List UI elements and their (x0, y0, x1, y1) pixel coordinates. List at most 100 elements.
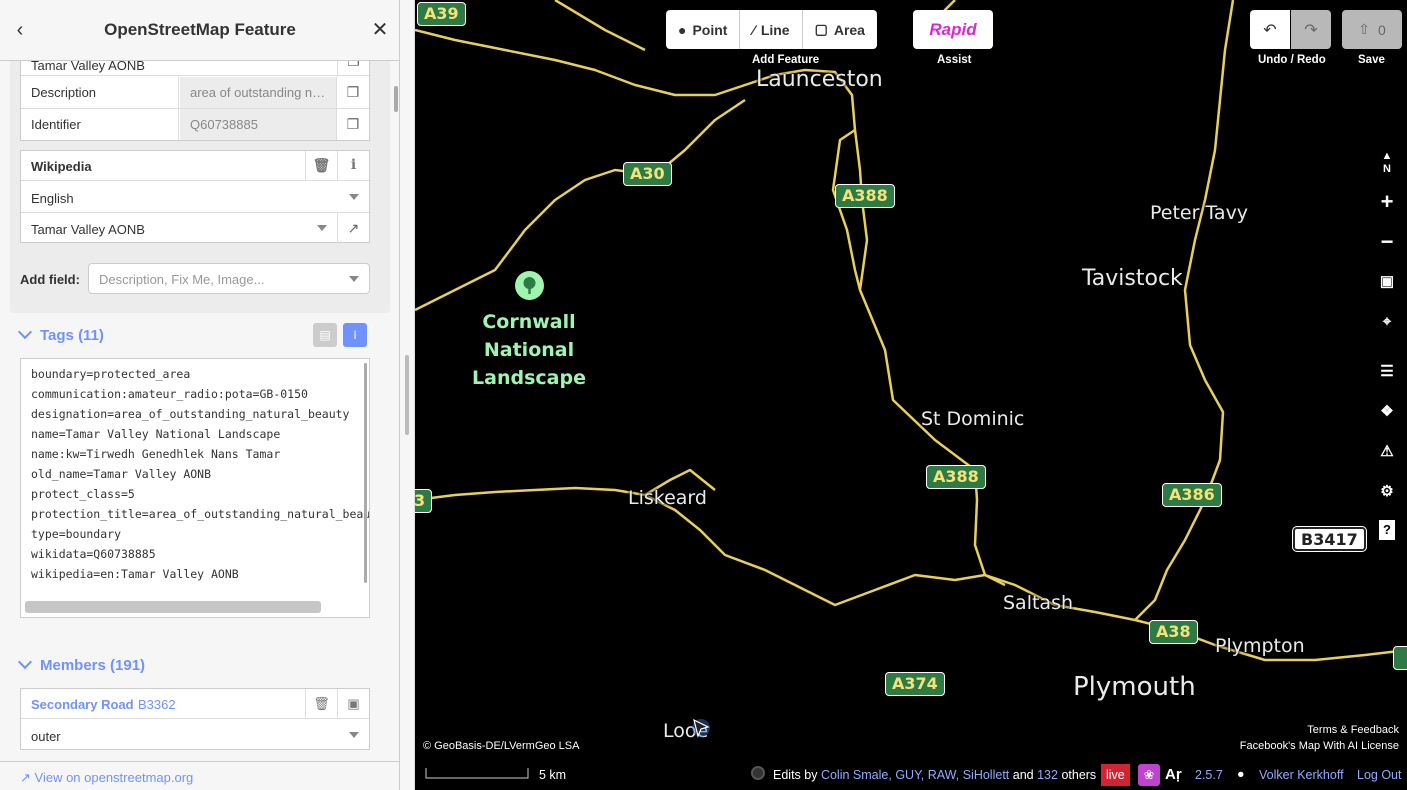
contributors-line: Edits by Colin Smale, GUY, RAW, SiHollet… (773, 768, 1096, 782)
user-link[interactable]: Volker Kerkhoff (1259, 768, 1344, 782)
zoom-out-icon[interactable]: − (1375, 230, 1399, 254)
tag-line: name=Tamar Valley National Landscape (31, 427, 281, 441)
terms-link[interactable]: Terms & Feedback (1307, 724, 1399, 736)
undo-icon: ↶ (1263, 21, 1277, 39)
chevron-down-icon (317, 225, 327, 231)
tags-section-toggle[interactable]: Tags (11) (17, 324, 104, 344)
member-label-row[interactable]: Secondary Road B3362 🗑 ▣ (21, 689, 369, 719)
tag-text-editor[interactable]: boundary=protected_area communication:am… (20, 358, 370, 618)
add-line-button[interactable]: ∕ Line (740, 10, 803, 49)
member-type[interactable]: Secondary Road (31, 697, 134, 712)
add-field-label: Add field: (20, 272, 80, 287)
undo-button[interactable]: ↶ (1250, 10, 1290, 49)
tag-line: protection_title=area_of_outstanding_nat… (31, 507, 370, 521)
point-label: Point (692, 21, 728, 38)
info-icon[interactable]: i (337, 151, 369, 180)
identifier-key: Identifier (21, 109, 179, 140)
member-role-combo[interactable]: outer (21, 720, 369, 751)
logout-link[interactable]: Log Out (1357, 768, 1401, 782)
rapid-logo: Rapid (929, 19, 977, 39)
preferences-icon[interactable]: ⚙ (1375, 480, 1399, 504)
save-button[interactable]: ⇧ 0 (1342, 10, 1402, 49)
road-shield[interactable]: 3 (415, 489, 433, 513)
resize-grip[interactable] (405, 355, 409, 435)
copy-icon[interactable]: ❐ (337, 77, 369, 108)
license-link[interactable]: Facebook's Map With AI License (1240, 740, 1399, 752)
vertical-scrollbar[interactable] (364, 363, 367, 583)
chevron-down-icon (17, 324, 33, 340)
live-badge[interactable]: live (1101, 764, 1130, 786)
tag-line: name:kw=Tirwedh Genedhlek Nans Tamar (31, 447, 281, 461)
redo-icon: ↷ (1304, 21, 1318, 39)
cursor-icon (692, 718, 710, 738)
members-section-toggle[interactable]: Members (191) (17, 654, 145, 674)
sidebar-footer: ↗ View on openstreetmap.org (0, 761, 399, 790)
trash-icon[interactable]: 🗑 (305, 151, 337, 180)
road-shield[interactable]: A388 (835, 184, 895, 208)
tag-line: old_name=Tamar Valley AONB (31, 467, 212, 481)
view-on-osm-link[interactable]: ↗ View on openstreetmap.org (20, 770, 193, 786)
sidebar-resizer[interactable] (400, 0, 415, 790)
road-shield[interactable]: A388 (926, 465, 986, 489)
wikipedia-language-combo[interactable]: English (21, 182, 369, 213)
road-shield[interactable]: A30 (623, 162, 672, 186)
map-footer: 5 km Edits by Colin Smale, GUY, RAW, SiH… (415, 760, 1407, 790)
road-shield[interactable]: A386 (1162, 483, 1222, 507)
road-shield[interactable]: B3417 (1293, 527, 1366, 551)
issues-warning-icon[interactable]: ⚠ (1375, 440, 1399, 464)
version-link[interactable]: 2.5.7 (1195, 768, 1223, 782)
horizontal-scrollbar[interactable] (25, 601, 321, 613)
layers-icon[interactable]: ☰ (1375, 360, 1399, 384)
road-shield[interactable]: A38 (1149, 620, 1198, 644)
tag-line: wikipedia=en:Tamar Valley AONB (31, 567, 239, 581)
place-label: St Dominic (921, 408, 1025, 430)
editor-link[interactable]: RAW, (928, 768, 959, 782)
save-count: 0 (1377, 21, 1386, 38)
road-shield-partial[interactable] (1393, 646, 1407, 670)
place-label: Saltash (1003, 592, 1074, 614)
tree-icon[interactable] (515, 271, 544, 300)
bug-icon[interactable]: ❀ (1138, 764, 1160, 786)
road-shield[interactable]: A374 (885, 672, 945, 696)
editor-link[interactable]: Colin Smale, (821, 768, 892, 782)
tag-line: protect_class=5 (31, 487, 135, 501)
sidebar-scrollbar[interactable] (394, 86, 398, 112)
map-canvas[interactable]: Launceston Peter Tavy Tavistock St Domin… (415, 0, 1407, 790)
chevron-down-icon (349, 194, 359, 200)
place-label: Plymouth (1073, 672, 1196, 702)
tag-line: wikidata=Q60738885 (31, 547, 156, 561)
wikipedia-title-combo[interactable]: Tamar Valley AONB ↗ (21, 213, 369, 244)
add-field-input[interactable]: Description, Fix Me, Image... (88, 263, 370, 294)
editor-link[interactable]: SiHollett (963, 768, 1010, 782)
zoom-to-selection-icon[interactable]: ▣ (1375, 270, 1399, 294)
zoom-in-icon[interactable]: + (1375, 190, 1399, 214)
help-icon[interactable]: ? (1379, 520, 1395, 540)
external-link-icon[interactable]: ↗ (337, 213, 369, 243)
sidebar-scroll-area[interactable]: Tamar Valley AONB ❐ Description area of … (0, 61, 399, 761)
zoom-to-member-icon[interactable]: ▣ (337, 689, 369, 718)
editor-link[interactable]: GUY, (895, 768, 924, 782)
chevron-down-icon (349, 732, 359, 738)
copy-icon[interactable]: ❐ (337, 109, 369, 140)
geolocate-icon[interactable]: ⌖ (1375, 310, 1399, 334)
add-feature-label: Add Feature (752, 54, 820, 66)
redo-button[interactable]: ↷ (1291, 10, 1331, 49)
translate-icon[interactable]: Aŗ (1165, 766, 1182, 783)
compass-north-icon[interactable]: ▲ N (1375, 150, 1399, 175)
view-on-osm-text: View on openstreetmap.org (34, 770, 194, 785)
close-icon[interactable]: ✕ (368, 18, 392, 42)
trash-icon[interactable]: 🗑 (305, 689, 337, 718)
place-label: Peter Tavy (1150, 202, 1249, 224)
copy-icon[interactable]: ❐ (337, 61, 369, 77)
tag-line: boundary=protected_area (31, 367, 191, 381)
place-label: Launceston (756, 67, 883, 92)
road-shield[interactable]: A39 (417, 2, 466, 26)
text-view-icon[interactable]: I (343, 323, 367, 347)
others-count-link[interactable]: 132 (1037, 768, 1058, 782)
add-point-button[interactable]: ● Point (666, 10, 741, 49)
rapid-button[interactable]: Rapid (913, 10, 993, 49)
map-data-icon[interactable]: ❖ (1375, 400, 1399, 424)
list-view-icon[interactable]: ▤ (313, 323, 337, 347)
add-area-button[interactable]: ▢ Area (803, 10, 877, 49)
tag-line: type=boundary (31, 527, 122, 541)
